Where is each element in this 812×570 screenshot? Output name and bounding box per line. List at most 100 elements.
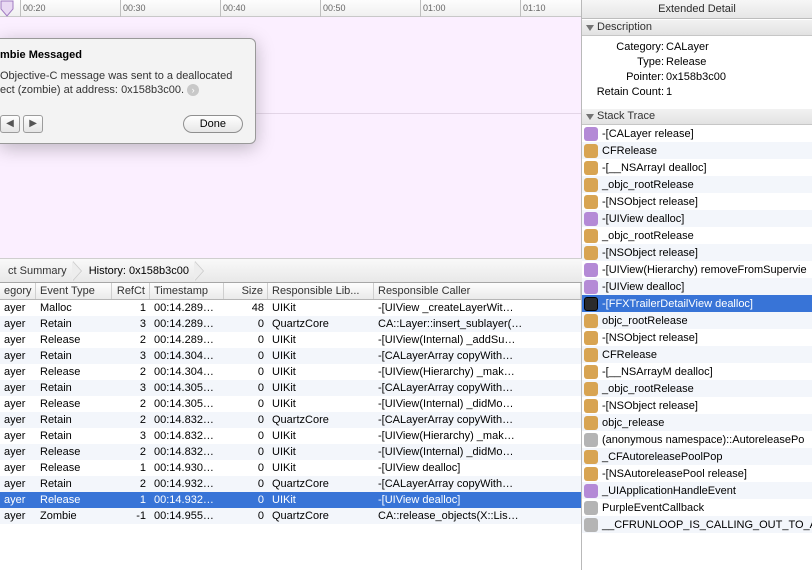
- cell-sz: 0: [224, 380, 268, 396]
- frame-label: -[UIView dealloc]: [602, 213, 684, 225]
- breadcrumb[interactable]: ct Summary: [0, 259, 81, 283]
- frame-label: -[__NSArrayM dealloc]: [602, 366, 713, 378]
- stack-frame[interactable]: -[UIView dealloc]: [582, 210, 812, 227]
- popover-prev-button[interactable]: ◀: [0, 115, 20, 133]
- zombie-popover: mbie Messaged Objective-C message was se…: [0, 38, 256, 144]
- stack-frame[interactable]: PurpleEventCallback: [582, 499, 812, 516]
- cell-sz: 0: [224, 396, 268, 412]
- col-event-type[interactable]: Event Type: [36, 283, 112, 299]
- disclosure-icon[interactable]: ›: [187, 84, 199, 96]
- cell-ts: 00:14.955…: [150, 508, 224, 524]
- frame-type-icon: [584, 263, 598, 277]
- table-row[interactable]: ayerRelease100:14.930…0UIKit-[UIView dea…: [0, 460, 581, 476]
- stack-frame[interactable]: -[FFXTrailerDetailView dealloc]: [582, 295, 812, 312]
- stack-frame[interactable]: _CFAutoreleasePoolPop: [582, 448, 812, 465]
- frame-label: _objc_rootRelease: [602, 383, 694, 395]
- extended-detail-pane: Extended Detail Description Category:CAL…: [582, 0, 812, 570]
- cell-call: -[UIView(Internal) _didMo…: [374, 396, 581, 412]
- cell-rc: 3: [112, 380, 150, 396]
- description-header[interactable]: Description: [582, 19, 812, 36]
- stack-frame[interactable]: _objc_rootRelease: [582, 380, 812, 397]
- frame-type-icon: [584, 280, 598, 294]
- frame-label: _objc_rootRelease: [602, 179, 694, 191]
- cell-cat: ayer: [0, 332, 36, 348]
- stack-frame[interactable]: CFRelease: [582, 346, 812, 363]
- table-row[interactable]: ayerRetain300:14.304…0UIKit-[CALayerArra…: [0, 348, 581, 364]
- cell-sz: 0: [224, 332, 268, 348]
- cell-ts: 00:14.932…: [150, 476, 224, 492]
- frame-type-icon: [584, 365, 598, 379]
- stack-trace-header[interactable]: Stack Trace: [582, 108, 812, 125]
- col-timestamp[interactable]: Timestamp: [150, 283, 224, 299]
- stack-frame[interactable]: -[__NSArrayI dealloc]: [582, 159, 812, 176]
- frame-type-icon: [584, 144, 598, 158]
- frame-label: PurpleEventCallback: [602, 502, 704, 514]
- table-row[interactable]: ayerZombie-100:14.955…0QuartzCoreCA::rel…: [0, 508, 581, 524]
- cell-lib: UIKit: [268, 300, 374, 316]
- stack-frame[interactable]: -[CALayer release]: [582, 125, 812, 142]
- stack-frame[interactable]: CFRelease: [582, 142, 812, 159]
- cell-ts: 00:14.305…: [150, 380, 224, 396]
- stack-frame[interactable]: _objc_rootRelease: [582, 227, 812, 244]
- stack-frame[interactable]: -[NSObject release]: [582, 193, 812, 210]
- table-row[interactable]: ayerRelease200:14.832…0UIKit-[UIView(Int…: [0, 444, 581, 460]
- stack-frame[interactable]: -[NSObject release]: [582, 329, 812, 346]
- stack-frame[interactable]: -[NSObject release]: [582, 397, 812, 414]
- breadcrumb[interactable]: History: 0x158b3c00: [81, 259, 203, 283]
- cell-call: -[UIView dealloc]: [374, 492, 581, 508]
- disclosure-triangle-icon[interactable]: [586, 114, 594, 120]
- cell-cat: ayer: [0, 300, 36, 316]
- frame-label: _UIApplicationHandleEvent: [602, 485, 736, 497]
- table-row[interactable]: ayerRelease200:14.305…0UIKit-[UIView(Int…: [0, 396, 581, 412]
- desc-value: Release: [666, 55, 812, 70]
- stack-frame[interactable]: -[NSAutoreleasePool release]: [582, 465, 812, 482]
- col-responsible-caller[interactable]: Responsible Caller: [374, 283, 581, 299]
- col-category[interactable]: egory: [0, 283, 36, 299]
- ruler-tick: 01:00: [420, 0, 446, 17]
- frame-type-icon: [584, 127, 598, 141]
- table-row[interactable]: ayerRetain300:14.289…0QuartzCoreCA::Laye…: [0, 316, 581, 332]
- stack-frame[interactable]: -[UIView(Hierarchy) removeFromSupervie: [582, 261, 812, 278]
- cell-rc: 1: [112, 300, 150, 316]
- cell-et: Retain: [36, 316, 112, 332]
- col-refct[interactable]: RefCt: [112, 283, 150, 299]
- table-header-row: egory Event Type RefCt Timestamp Size Re…: [0, 283, 581, 300]
- stack-frame[interactable]: -[UIView dealloc]: [582, 278, 812, 295]
- stack-frame[interactable]: _objc_rootRelease: [582, 176, 812, 193]
- table-row[interactable]: ayerRetain200:14.932…0QuartzCore-[CALaye…: [0, 476, 581, 492]
- stack-frame[interactable]: -[NSObject release]: [582, 244, 812, 261]
- table-row[interactable]: ayerRetain200:14.832…0QuartzCore-[CALaye…: [0, 412, 581, 428]
- table-row[interactable]: ayerRetain300:14.305…0UIKit-[CALayerArra…: [0, 380, 581, 396]
- stack-frame[interactable]: objc_rootRelease: [582, 312, 812, 329]
- frame-type-icon: [584, 178, 598, 192]
- col-size[interactable]: Size: [224, 283, 268, 299]
- time-ruler[interactable]: 00:2000:3000:4000:5001:0001:10: [0, 0, 581, 17]
- table-row[interactable]: ayerRetain300:14.832…0UIKit-[UIView(Hier…: [0, 428, 581, 444]
- stack-frame[interactable]: -[__NSArrayM dealloc]: [582, 363, 812, 380]
- stack-frame[interactable]: _UIApplicationHandleEvent: [582, 482, 812, 499]
- frame-type-icon: [584, 246, 598, 260]
- disclosure-triangle-icon[interactable]: [586, 25, 594, 31]
- cell-cat: ayer: [0, 460, 36, 476]
- cell-sz: 0: [224, 412, 268, 428]
- stack-frame[interactable]: __CFRUNLOOP_IS_CALLING_OUT_TO_A_S: [582, 516, 812, 533]
- cell-et: Zombie: [36, 508, 112, 524]
- table-row[interactable]: ayerRelease200:14.289…0UIKit-[UIView(Int…: [0, 332, 581, 348]
- table-row[interactable]: ayerMalloc100:14.289…48UIKit-[UIView _cr…: [0, 300, 581, 316]
- stack-frame[interactable]: (anonymous namespace)::AutoreleasePo: [582, 431, 812, 448]
- cell-cat: ayer: [0, 364, 36, 380]
- popover-next-button[interactable]: ▶: [23, 115, 43, 133]
- table-row[interactable]: ayerRelease200:14.304…0UIKit-[UIView(Hie…: [0, 364, 581, 380]
- cell-sz: 0: [224, 460, 268, 476]
- cell-call: -[UIView(Internal) _addSu…: [374, 332, 581, 348]
- col-responsible-lib[interactable]: Responsible Lib...: [268, 283, 374, 299]
- cell-et: Release: [36, 364, 112, 380]
- cell-lib: UIKit: [268, 444, 374, 460]
- stack-frame[interactable]: objc_release: [582, 414, 812, 431]
- cell-lib: UIKit: [268, 348, 374, 364]
- popover-done-button[interactable]: Done: [183, 115, 243, 133]
- table-row[interactable]: ayerRelease100:14.932…0UIKit-[UIView dea…: [0, 492, 581, 508]
- playhead-icon[interactable]: [0, 0, 14, 17]
- description-row: Retain Count:1: [582, 85, 812, 100]
- ruler-tick: 00:20: [20, 0, 46, 17]
